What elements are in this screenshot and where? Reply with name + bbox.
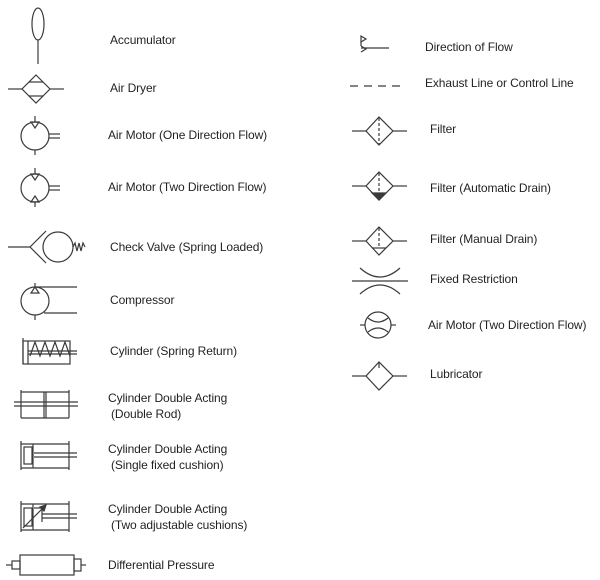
label-lubricator: Lubricator	[430, 367, 483, 381]
label-direction-of-flow: Direction of Flow	[425, 40, 513, 54]
label-check-valve: Check Valve (Spring Loaded)	[110, 240, 264, 254]
sublabel-cylinder-double-rod: (Double Rod)	[111, 407, 182, 421]
cylinder-spring-return-icon	[20, 336, 80, 366]
cylinder-single-cushion-icon	[18, 440, 80, 472]
compressor-icon	[20, 283, 80, 323]
label-compressor: Compressor	[110, 293, 175, 307]
lubricator-icon	[352, 360, 408, 394]
label-air-dryer: Air Dryer	[110, 81, 157, 95]
label-accumulator: Accumulator	[110, 33, 176, 47]
label-air-motor-two-direction: Air Motor (Two Direction Flow)	[108, 180, 267, 194]
label-filter: Filter	[430, 122, 457, 136]
filter-manual-drain-icon	[352, 225, 408, 259]
fixed-restriction-icon	[352, 266, 408, 296]
label-cylinder-single-cushion: Cylinder Double Acting	[108, 442, 228, 456]
cylinder-adjustable-cushions-icon	[18, 500, 80, 534]
label-filter-manual-drain: Filter (Manual Drain)	[430, 232, 538, 246]
label-cylinder-adjustable-cushions: Cylinder Double Acting	[108, 502, 228, 516]
label-cylinder-spring-return: Cylinder (Spring Return)	[110, 344, 237, 358]
label-exhaust-line: Exhaust Line or Control Line	[425, 76, 574, 90]
label-cylinder-double-rod: Cylinder Double Acting	[108, 391, 228, 405]
label-air-motor-one-direction: Air Motor (One Direction Flow)	[108, 128, 268, 142]
label-air-motor-bidirectional: Air Motor (Two Direction Flow)	[428, 318, 587, 332]
sublabel-cylinder-single-cushion: (Single fixed cushion)	[111, 458, 224, 472]
sublabel-cylinder-adjustable-cushions: (Two adjustable cushions)	[111, 518, 248, 532]
filter-automatic-drain-icon	[352, 170, 408, 206]
check-valve-spring-icon	[8, 228, 86, 268]
filter-icon	[352, 115, 408, 149]
differential-pressure-icon	[6, 554, 86, 576]
air-motor-one-direction-icon	[18, 116, 62, 156]
air-motor-two-direction-icon	[18, 168, 62, 208]
accumulator-icon	[28, 6, 48, 66]
air-motor-bidirectional-icon	[360, 308, 400, 342]
label-filter-automatic-drain: Filter (Automatic Drain)	[430, 181, 551, 195]
cylinder-double-rod-icon	[14, 388, 80, 420]
direction-of-flow-icon	[358, 34, 394, 56]
label-fixed-restriction: Fixed Restriction	[430, 272, 518, 286]
air-dryer-icon	[8, 72, 64, 106]
label-differential-pressure: Differential Pressure	[108, 558, 215, 572]
dashed-line-icon	[350, 82, 410, 90]
